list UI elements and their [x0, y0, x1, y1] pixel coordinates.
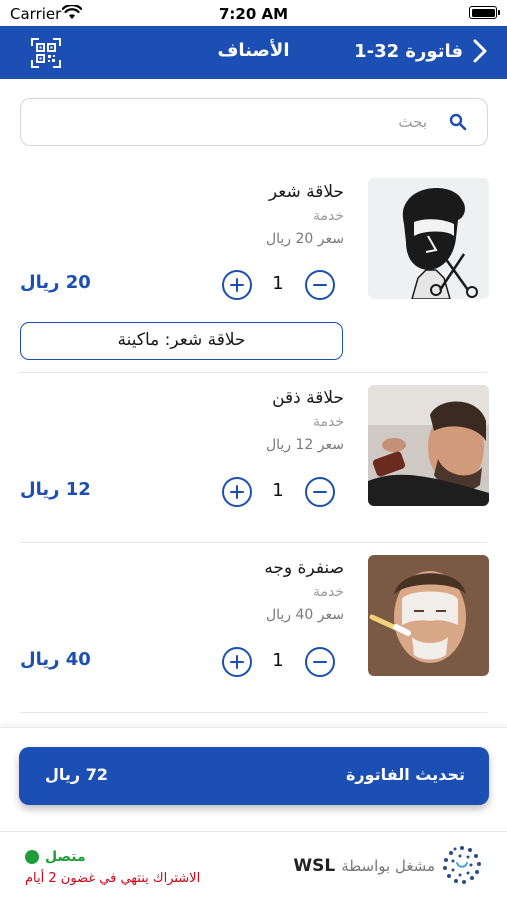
battery-icon [469, 6, 500, 19]
quantity-value: 1 [272, 480, 284, 501]
clock: 7:20 AM [218, 5, 289, 23]
update-invoice-button[interactable]: تحديث الفاتورة 72 ريال [19, 747, 489, 805]
wsl-logo-icon [443, 846, 481, 884]
quantity-value: 1 [272, 650, 284, 671]
divider [20, 542, 487, 543]
item-total: 40 ريال [20, 649, 91, 670]
chevron-right-icon [473, 39, 487, 63]
increment-button[interactable] [222, 477, 252, 507]
item-type: خدمة [312, 414, 344, 430]
powered-by: مشغل بواسطة WSL [293, 856, 435, 876]
connection-status-label: متصل [45, 849, 86, 865]
item-name: حلاقة ذقن [272, 388, 344, 408]
item-type: خدمة [312, 208, 344, 224]
haircut-photo[interactable] [368, 178, 489, 299]
search-icon[interactable] [449, 113, 467, 131]
increment-button[interactable] [222, 270, 252, 300]
powered-by-label: مشغل بواسطة [341, 857, 435, 875]
subscription-expiry: الاشتراك ينتهي في غضون 2 أيام [25, 871, 201, 886]
item-total: 12 ريال [20, 479, 91, 500]
search-input[interactable] [33, 109, 427, 135]
back-label: فاتورة 32-1 [354, 40, 463, 62]
decrement-button[interactable] [305, 270, 335, 300]
bottom-bar: متصل الاشتراك ينتهي في غضون 2 أيام مشغل … [0, 831, 507, 900]
connection-status: متصل [25, 849, 86, 865]
online-dot-icon [25, 850, 39, 864]
invoice-total: 72 ريال [45, 765, 108, 784]
item-total: 20 ريال [20, 272, 91, 293]
item-name: صنفرة وجه [264, 558, 344, 578]
update-invoice-label: تحديث الفاتورة [345, 765, 465, 784]
divider [20, 372, 487, 373]
nav-bar: الأصناف فاتورة 32-1 [0, 26, 507, 79]
search-bar [20, 98, 488, 146]
back-button[interactable]: فاتورة 32-1 [354, 39, 487, 63]
status-bar: Carrier 7:20 AM [0, 0, 507, 26]
face-mask-photo[interactable] [368, 555, 489, 676]
item-name: حلاقة شعر [268, 182, 344, 202]
item-note-button[interactable]: حلاقة شعر: ماكينة [20, 322, 343, 360]
item-type: خدمة [312, 584, 344, 600]
increment-button[interactable] [222, 647, 252, 677]
brand-name: WSL [293, 856, 336, 876]
decrement-button[interactable] [305, 647, 335, 677]
decrement-button[interactable] [305, 477, 335, 507]
beard-trim-photo[interactable] [368, 385, 489, 506]
divider [20, 712, 487, 713]
quantity-value: 1 [272, 273, 284, 294]
item-unit-price: سعر 20 ريال [265, 231, 344, 247]
item-unit-price: سعر 40 ريال [265, 607, 344, 623]
item-unit-price: سعر 12 ريال [265, 437, 344, 453]
